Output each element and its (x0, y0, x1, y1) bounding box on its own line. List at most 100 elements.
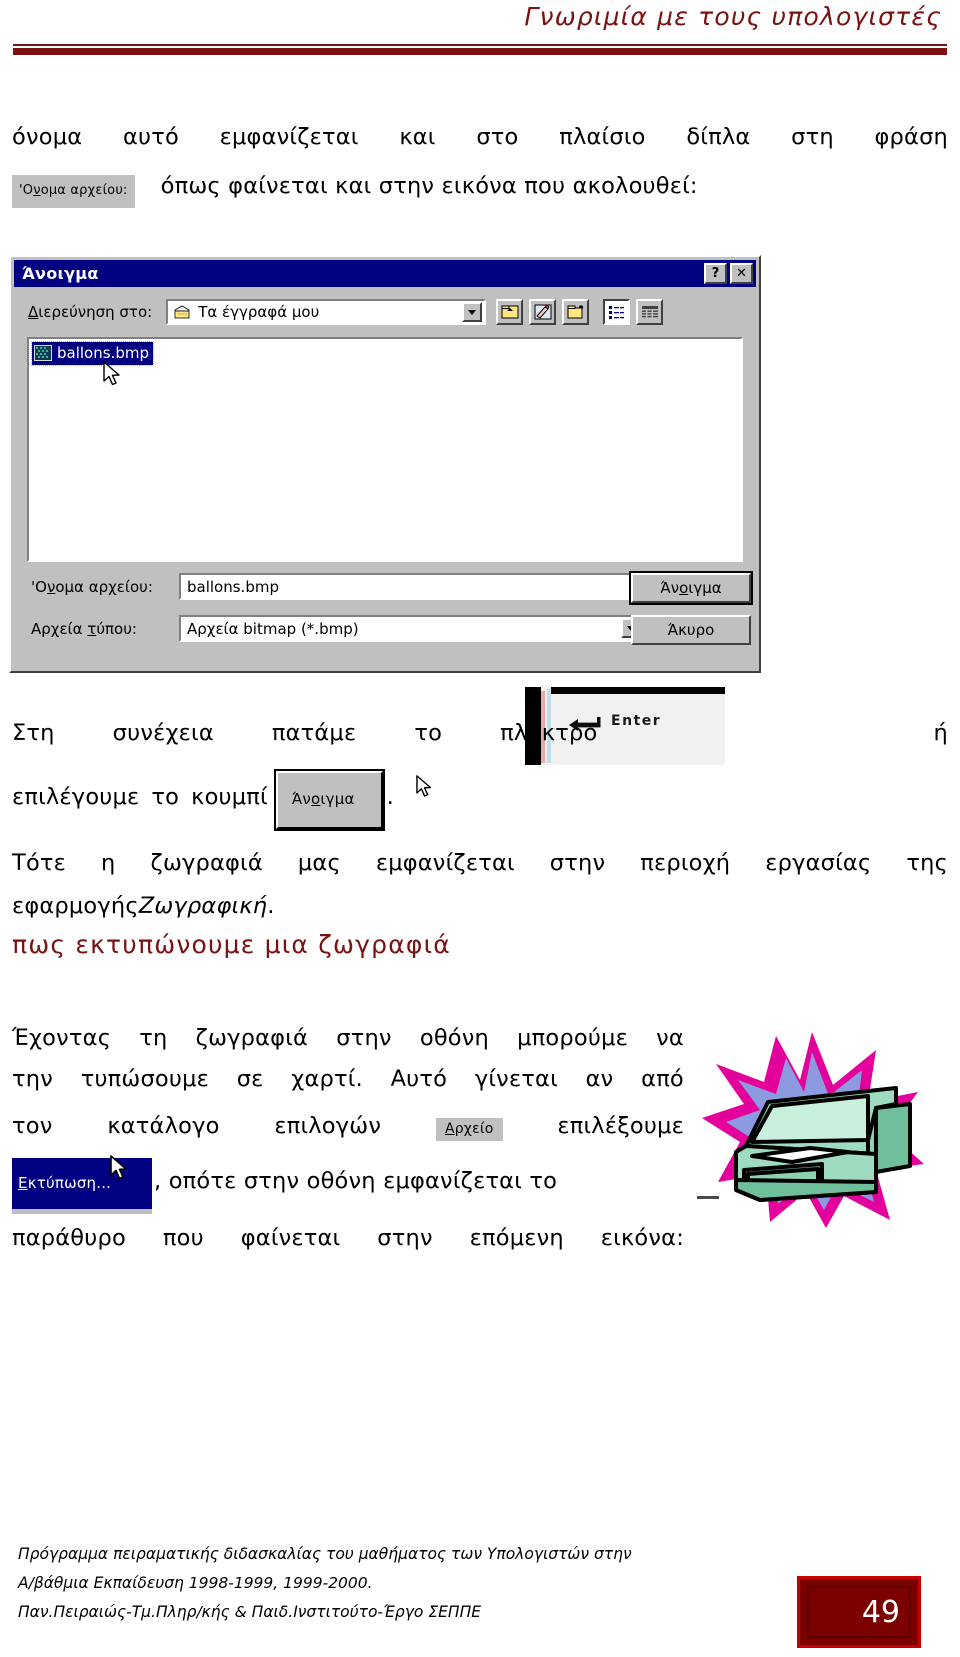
menu-item-print-chip: Εκτύπωση... (12, 1158, 152, 1214)
enter-line-4: εφαρμογής Ζωγραφική . (12, 886, 948, 927)
cancel-button[interactable]: Άκυρο (631, 615, 751, 645)
enter-line-3: Τότε η ζωγραφιά μας εμφανίζεται στην περ… (12, 843, 948, 884)
print-line-5: παράθυρο που φαίνεται στην επόμενη εικόν… (12, 1218, 684, 1259)
list-view-icon[interactable] (603, 299, 631, 325)
enter-word: συνέχεια (112, 720, 214, 746)
enter-line-1-tail: ή (933, 720, 948, 746)
app-name-italic: Ζωγραφική (138, 893, 268, 919)
close-icon[interactable]: ✕ (730, 263, 753, 284)
file-list[interactable]: ballons.bmp (27, 337, 743, 562)
page-number-badge: 49 (797, 1576, 921, 1648)
print-word: αν (585, 1066, 614, 1092)
new-folder-icon[interactable] (562, 299, 590, 325)
look-in-label: Διερεύνηση στο: (28, 303, 153, 321)
list-item[interactable]: ballons.bmp (31, 341, 154, 366)
favorites-icon[interactable] (529, 299, 557, 325)
file-type-combobox[interactable]: Αρχεία bitmap (*.bmp) (179, 615, 645, 642)
file-type-label: Αρχεία τύπου: (31, 619, 137, 638)
intro-word: πλαίσιο (559, 124, 646, 150)
file-name-row: 'Ονομα αρχείου: ballons.bmp (31, 573, 645, 600)
print-paragraph: Έχοντας τη ζωγραφιά στην οθόνη μπορούμε … (12, 1018, 684, 1259)
menu-arxeio-chip: Αρχείο (435, 1118, 503, 1141)
enter-word: το (414, 720, 443, 746)
intro-word: εμφανίζεται (219, 124, 359, 150)
file-name-value: ballons.bmp (187, 577, 279, 596)
enter-word: ζωγραφιά (150, 850, 263, 876)
print-word: στην (336, 1025, 392, 1051)
page-header: Γνωριμία με τους υπολογιστές (0, 0, 960, 62)
print-word: τυπώσουμε (80, 1066, 209, 1092)
print-word: Αυτό (390, 1066, 448, 1092)
enter-word: περιοχή (640, 850, 731, 876)
details-view-icon[interactable] (636, 299, 664, 325)
open-button[interactable]: Άνοιγμα (629, 571, 753, 605)
enter-word: μας (297, 850, 341, 876)
dialog-title-buttons: ? ✕ (704, 263, 753, 284)
open-button-label: Άνοιγμα (660, 579, 722, 597)
print-word: γίνεται (474, 1066, 558, 1092)
print-line-1: Έχοντας τη ζωγραφιά στην οθόνη μπορούμε … (12, 1018, 684, 1059)
underscore-artifact (697, 1196, 719, 1199)
open-file-dialog[interactable]: Άνοιγμα ? ✕ Διερεύνηση στο: Τα έγγραφά μ… (9, 255, 761, 673)
enter-line-1: Στη συνέχεια πατάμε το πλήκτρο ή (12, 713, 948, 754)
print-word: στην (377, 1225, 433, 1251)
file-type-row: Αρχεία τύπου: Αρχεία bitmap (*.bmp) (31, 615, 645, 642)
print-word: ζωγραφιά (195, 1025, 309, 1051)
enter-word: η (101, 850, 116, 876)
enter-line-4-suffix: . (267, 893, 275, 919)
print-word: χαρτί. (291, 1066, 363, 1092)
print-word: από (641, 1066, 684, 1092)
print-word: μπορούμε (517, 1025, 628, 1051)
intro-line-2-text: όπως φαίνεται και στην εικόνα που ακολου… (160, 173, 698, 199)
enter-word: εργασίας (765, 850, 872, 876)
enter-line-4-prefix: εφαρμογής (12, 893, 139, 919)
look-in-value: Τα έγγραφά μου (198, 303, 320, 321)
enter-word: Τότε (12, 850, 67, 876)
intro-word: στο (476, 124, 519, 150)
enter-key-top-edge (551, 687, 725, 694)
up-one-level-icon[interactable] (496, 299, 524, 325)
file-name: ballons.bmp (57, 344, 149, 362)
header-title: Γνωριμία με τους υπολογιστές (524, 2, 942, 31)
print-word: εικόνα: (600, 1225, 684, 1251)
enter-word: κουμπί (191, 784, 268, 810)
footer-line-3: Παν.Πειραιώς-Τμ.Πληρ/κής & Παιδ.Ινστιτού… (18, 1603, 482, 1621)
help-button[interactable]: ? (704, 263, 727, 284)
file-type-value: Αρχεία bitmap (*.bmp) (187, 619, 359, 638)
print-line-4-text: , οπότε στην οθόνη εμφανίζεται το (154, 1168, 558, 1194)
enter-word: στην (549, 850, 606, 876)
look-in-dropdown-arrow[interactable] (462, 302, 483, 322)
cancel-button-label: Άκυρο (667, 621, 715, 639)
intro-line-1: όνομα αυτό εμφανίζεται και στο πλαίσιο δ… (12, 117, 948, 158)
intro-paragraph: όνομα αυτό εμφανίζεται και στο πλαίσιο δ… (12, 117, 948, 208)
header-rule-thick (13, 48, 947, 55)
enter-word: πατάμε (271, 720, 357, 746)
enter-word: Στη (12, 720, 55, 746)
enter-word: εμφανίζεται (375, 850, 515, 876)
chevron-down-icon (468, 309, 477, 315)
page-number: 49 (861, 1594, 900, 1630)
print-word: παράθυρο (12, 1225, 126, 1251)
filename-label-chip: 'Ονομα αρχείου: (12, 175, 135, 208)
footer-line-1: Πρόγραμμα πειραματικής διδασκαλίας του μ… (18, 1545, 632, 1563)
print-word: Έχοντας (12, 1025, 112, 1051)
dialog-title: Άνοιγμα (22, 264, 99, 283)
footer-line-2: Α/βάθμια Εκπαίδευση 1998-1999, 1999-2000… (18, 1574, 373, 1592)
my-documents-folder-icon (173, 305, 191, 320)
enter-word: το (151, 784, 180, 810)
mouse-cursor-icon (416, 775, 434, 804)
section-heading: πως εκτυπώνουμε μια ζωγραφιά (12, 930, 451, 959)
file-name-label: 'Ονομα αρχείου: (31, 577, 153, 596)
enter-word: της (906, 850, 948, 876)
print-word: τη (139, 1025, 168, 1051)
enter-word: πλήκτρο (500, 720, 598, 746)
intro-word: στη (791, 124, 834, 150)
bitmap-file-icon (34, 345, 52, 361)
open-button-chip: Άνοιγμα (273, 769, 385, 831)
file-name-input[interactable]: ballons.bmp (179, 573, 645, 600)
intro-line-2: 'Ονομα αρχείου: όπως φαίνεται και στην ε… (12, 166, 948, 208)
intro-word: δίπλα (686, 124, 751, 150)
mouse-cursor-icon (103, 361, 123, 393)
look-in-combobox[interactable]: Τα έγγραφά μου (166, 299, 487, 325)
print-word: τον (12, 1113, 53, 1139)
